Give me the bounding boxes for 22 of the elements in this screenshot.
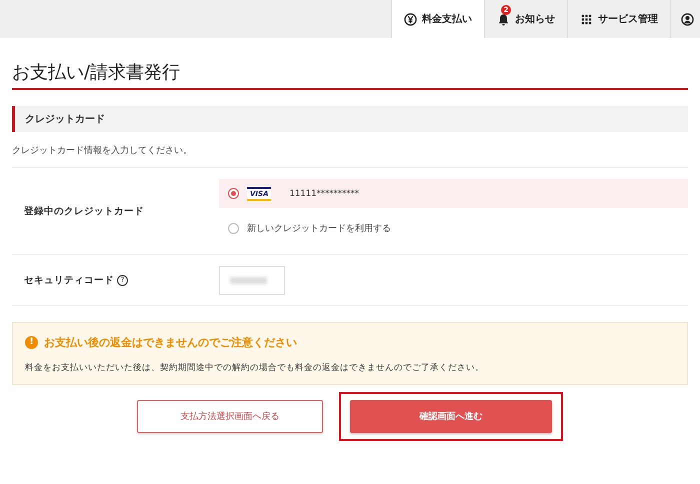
yen-icon (404, 12, 417, 26)
bell-icon (497, 12, 510, 26)
option-label: 新しいクレジットカードを利用する (247, 222, 391, 235)
grid-icon (580, 12, 593, 26)
user-icon (681, 12, 694, 26)
field-label: セキュリティコード (24, 274, 114, 287)
confirm-button[interactable]: 確認画面へ進む (350, 400, 552, 433)
security-code-field[interactable] (219, 266, 285, 295)
warning-icon: ! (25, 336, 38, 349)
field-label: 登録中のクレジットカード (22, 204, 145, 218)
intro-text: クレジットカード情報を入力してください。 (12, 144, 193, 157)
radio-button[interactable] (228, 223, 239, 234)
card-number: 11111********** (289, 188, 360, 198)
back-button[interactable]: 支払方法選択画面へ戻る (137, 400, 323, 433)
notice-text: 料金をお支払いいただいた後は、契約期間途中での解約の場合でも料金の返金はできませんのでご了承ください。 (25, 362, 485, 374)
nav-tab[interactable]: 料金支払い (391, 0, 484, 38)
radio-button[interactable] (228, 188, 239, 199)
card-option[interactable]: 新しいクレジットカードを利用する (219, 214, 688, 243)
section-header: クレジットカード (12, 106, 688, 132)
nav-tab[interactable]: サービス管理 (567, 0, 670, 38)
page-title: お支払い/請求書発行 (12, 60, 688, 90)
notice-title: お支払い後の返金はできませんのでご注意ください (44, 335, 297, 350)
